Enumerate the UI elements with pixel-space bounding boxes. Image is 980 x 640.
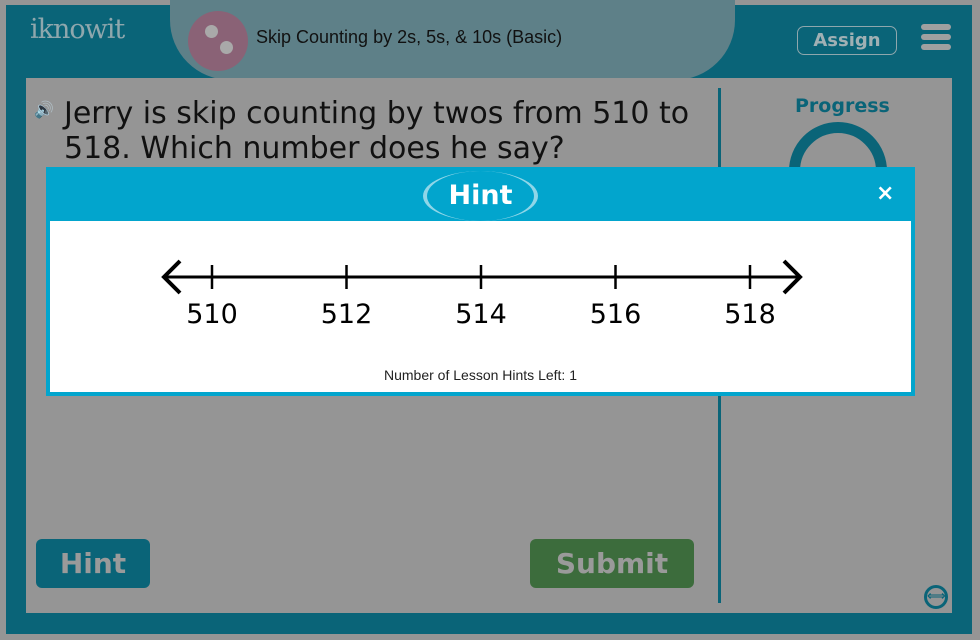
hint-modal: Hint × 510 512 514 516 518 Number of Lesson …	[46, 167, 915, 396]
tick-label: 518	[724, 299, 776, 330]
close-icon[interactable]: ×	[876, 181, 894, 206]
logo: iknowit	[30, 14, 125, 45]
hint-button[interactable]: Hint	[36, 539, 150, 588]
tick-label: 514	[455, 299, 507, 330]
progress-label: Progress	[795, 95, 890, 117]
tick-label: 512	[321, 299, 373, 330]
topic-icon	[188, 11, 248, 71]
tick-label: 510	[186, 299, 238, 330]
hints-left-text: Number of Lesson Hints Left: 1	[384, 367, 577, 383]
speaker-icon[interactable]: 🔊	[34, 100, 54, 119]
question-text: Jerry is skip counting by twos from 510 …	[64, 96, 690, 166]
assign-button[interactable]: Assign	[797, 26, 897, 55]
hamburger-icon[interactable]	[921, 24, 951, 54]
tick-label: 516	[590, 299, 642, 330]
submit-button[interactable]: Submit	[530, 539, 694, 588]
lesson-title: Skip Counting by 2s, 5s, & 10s (Basic)	[256, 27, 563, 47]
number-line: 510 512 514 516 518	[161, 259, 803, 330]
modal-title: Hint	[423, 171, 538, 221]
expand-icon[interactable]: ⟺	[924, 585, 948, 609]
hint-body: 510 512 514 516 518 Number of Lesson Hints L…	[50, 221, 911, 392]
